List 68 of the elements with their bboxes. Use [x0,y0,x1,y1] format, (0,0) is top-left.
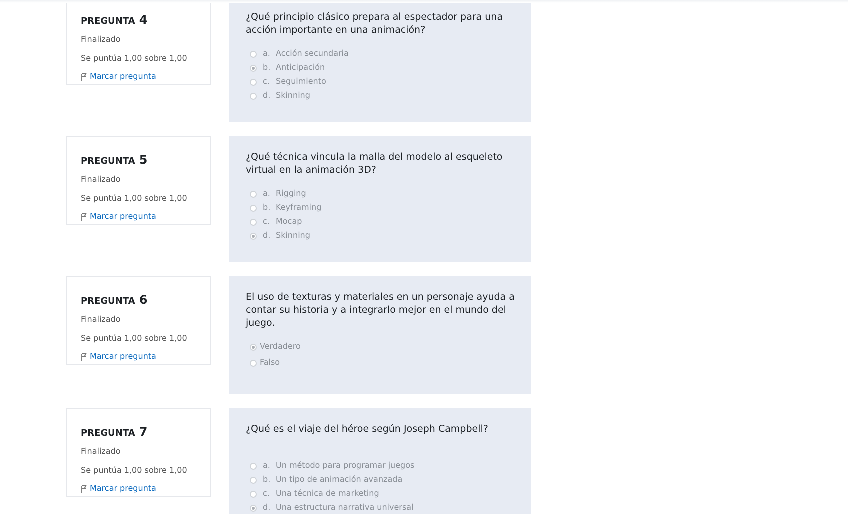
option-label: Mocap [276,216,302,228]
option-label: Una estructura narrativa universal [276,502,414,514]
question-state: Finalizado [81,446,122,458]
option-label: Un método para programar juegos [276,460,415,472]
radio-button[interactable] [250,204,257,212]
flag-question-link[interactable]: Marcar pregunta [90,482,156,494]
option-label: Falso [260,357,280,369]
radio-button[interactable] [250,232,257,240]
option-label: Anticipación [276,62,326,74]
option-label: Rigging [276,188,306,200]
option-label: Skinning [276,90,310,102]
question-text: El uso de texturas y materiales en un personaje ayuda a contar su historia y a integrarlo mejor en el mundo del juego. [246,291,516,330]
radio-button[interactable] [250,476,257,484]
option-letter: b. [263,62,272,74]
flag-icon [81,484,87,492]
question-grade: Se puntúa 1,00 sobre 1,00 [81,464,188,476]
question-label: PREGUNTA [81,296,136,309]
radio-button[interactable] [250,78,257,86]
radio-button[interactable] [250,344,257,350]
radio-button[interactable] [250,64,257,72]
flag-question-link[interactable]: Marcar pregunta [90,350,156,362]
option-letter: a. [263,460,272,472]
question-label: PREGUNTA [81,16,136,29]
question-grade: Se puntúa 1,00 sobre 1,00 [81,192,188,204]
radio-button[interactable] [250,504,257,512]
question-label: PREGUNTA [81,156,136,169]
question-state: Finalizado [81,174,122,186]
question-text: ¿Qué es el viaje del héroe según Joseph Campbell? [246,423,490,437]
radio-button[interactable] [250,50,257,58]
question-grade: Se puntúa 1,00 sobre 1,00 [81,332,188,344]
radio-button[interactable] [250,490,257,498]
option-label: Skinning [276,230,310,242]
question-grade: Se puntúa 1,00 sobre 1,00 [81,52,188,64]
option-letter: c. [263,76,271,88]
option-label: Un tipo de animación avanzada [276,474,403,486]
flag-question-link[interactable]: Marcar pregunta [90,70,156,82]
radio-button[interactable] [250,92,257,100]
option-label: Una técnica de marketing [276,488,380,500]
question-number: 7 [139,424,148,441]
option-letter: c. [263,216,271,228]
question-text: ¿Qué técnica vincula la malla del modelo al esqueleto virtual en la animación 3D? [246,151,504,177]
option-letter: d. [263,230,272,242]
option-letter: d. [263,502,272,514]
flag-icon [81,212,87,220]
option-label: Seguimiento [276,76,326,88]
option-letter: b. [263,202,272,214]
option-letter: c. [263,488,271,500]
radio-button[interactable] [250,190,257,198]
question-number: 6 [139,292,148,309]
option-letter: a. [263,48,272,60]
radio-button[interactable] [250,462,257,470]
question-number: 5 [139,152,148,169]
flag-icon [81,72,87,80]
option-label: Verdadero [260,341,301,353]
question-state: Finalizado [81,314,122,326]
flag-icon [81,352,87,360]
radio-button[interactable] [250,218,257,226]
option-letter: a. [263,188,272,200]
option-letter: d. [263,90,272,102]
radio-button[interactable] [250,360,257,366]
question-state: Finalizado [81,34,122,46]
question-number: 4 [139,12,148,29]
question-label: PREGUNTA [81,428,136,441]
flag-question-link[interactable]: Marcar pregunta [90,210,156,222]
question-text: ¿Qué principio clásico prepara al espectador para una acción importante en una animación? [246,11,504,37]
option-label: Acción secundaria [276,48,349,60]
option-label: Keyframing [276,202,322,214]
option-letter: b. [263,474,272,486]
